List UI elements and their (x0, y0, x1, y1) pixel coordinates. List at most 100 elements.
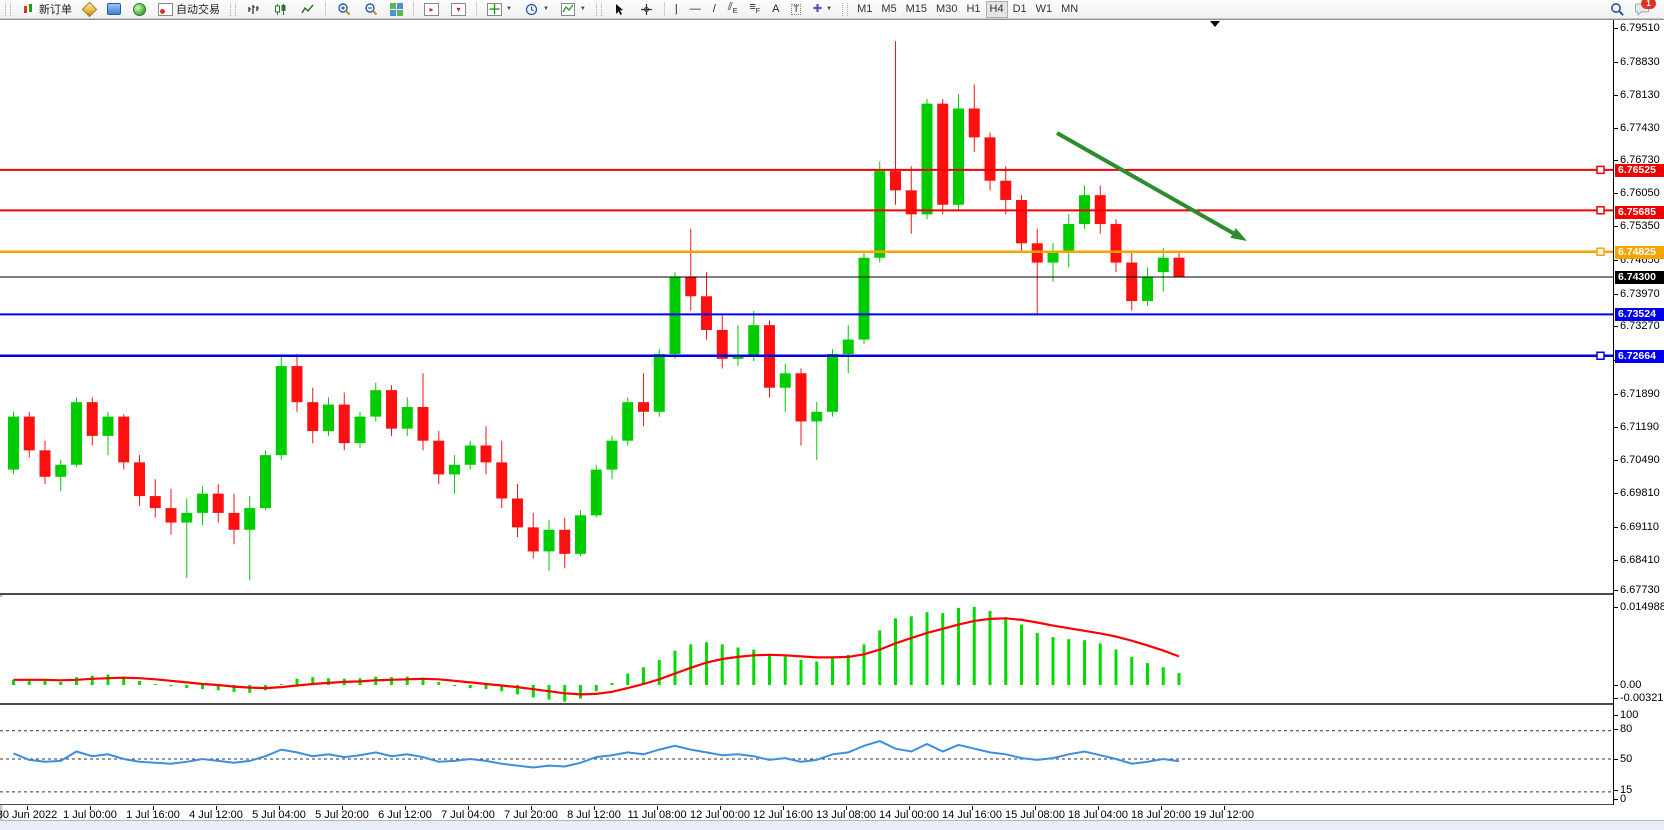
timeframe-button-d1[interactable]: D1 (1009, 1, 1031, 18)
candle (150, 479, 161, 518)
arrange-charts-icon: ▸ (424, 3, 439, 16)
periods-button[interactable]: ▼ (519, 1, 554, 18)
price-tick (1614, 493, 1618, 494)
timeframe-button-m15[interactable]: M15 (902, 1, 931, 18)
market-button[interactable] (79, 1, 100, 18)
clock-icon (524, 2, 539, 17)
candle-body (181, 513, 192, 523)
tile-windows-icon (390, 3, 403, 16)
zoom-in-button[interactable] (331, 1, 356, 18)
line-handle[interactable] (1597, 248, 1604, 255)
price-tick (1614, 460, 1618, 461)
price-tick (1614, 394, 1618, 395)
candle (386, 385, 397, 436)
rsi-tick (1614, 729, 1618, 730)
new-order-button[interactable]: 新订单 (16, 1, 77, 18)
rsi-tick-label: 50 (1620, 753, 1632, 765)
date-label: 7 Jul 20:00 (504, 809, 558, 821)
price-tick-label: 6.76050 (1620, 187, 1660, 199)
timeframe-button-w1[interactable]: W1 (1032, 1, 1057, 18)
line-handle[interactable] (1597, 166, 1604, 173)
candle-body (701, 296, 712, 330)
trendline-tool-button[interactable]: / (708, 1, 721, 18)
text-icon: A (772, 4, 779, 15)
candle-body (418, 407, 429, 441)
bar-chart-mode-button[interactable] (241, 1, 266, 18)
zoom-out-button[interactable] (358, 1, 383, 18)
fibonacci-tool-button[interactable]: ≡F (744, 1, 765, 18)
date-label: 18 Jul 20:00 (1131, 809, 1191, 821)
vertical-line-tool-button[interactable]: | (670, 1, 683, 18)
timeframe-button-m30[interactable]: M30 (932, 1, 961, 18)
pane-separator[interactable] (0, 593, 1613, 595)
cascade-windows-button[interactable]: ▾ (446, 1, 471, 18)
price-tag: 6.74825 (1615, 246, 1664, 259)
candle (370, 383, 381, 422)
candle (244, 496, 255, 580)
chart-shift-marker[interactable] (1210, 21, 1220, 27)
candle (307, 388, 318, 443)
candle (670, 272, 681, 359)
candle (559, 518, 570, 569)
timeframe-button-h1[interactable]: H1 (962, 1, 984, 18)
line-chart-mode-button[interactable] (295, 1, 320, 18)
candle-body (685, 277, 696, 296)
auto-trading-button[interactable]: 自动交易 (153, 1, 225, 18)
timeframe-button-m1[interactable]: M1 (853, 1, 876, 18)
horizontal-line-tool-button[interactable]: — (685, 1, 706, 18)
templates-button[interactable]: ▼ (556, 1, 591, 18)
toolbar-grip[interactable] (596, 3, 602, 16)
line-handle[interactable] (1597, 352, 1604, 359)
candle-body (1142, 277, 1153, 301)
price-tag: 6.75685 (1615, 206, 1664, 219)
price-tick-label: 6.73970 (1620, 288, 1660, 300)
trend-arrow[interactable] (1057, 133, 1247, 241)
toolbar-grip[interactable] (5, 3, 11, 16)
text-label-tool-button[interactable]: T (786, 1, 806, 18)
price-tick (1614, 294, 1618, 295)
candle (575, 511, 586, 557)
line-handle[interactable] (1597, 207, 1604, 214)
timeframe-button-h4[interactable]: H4 (986, 1, 1008, 18)
text-tool-button[interactable]: A (767, 1, 784, 18)
candle-body (748, 325, 759, 356)
candle-body (670, 277, 681, 354)
candle (717, 316, 728, 369)
main-chart-canvas[interactable] (0, 20, 1614, 595)
candle (685, 229, 696, 311)
arrows-tool-button[interactable]: ✚▼ (808, 1, 837, 18)
notifications-icon[interactable]: 1 (1635, 2, 1650, 17)
candle (1000, 166, 1011, 214)
candle (764, 320, 775, 397)
price-axis-line (1613, 20, 1614, 805)
indicators-button[interactable]: ＋▼ (482, 1, 517, 18)
candle-body (213, 494, 224, 513)
toolbar-grip[interactable] (230, 3, 236, 16)
candle-body (528, 527, 539, 551)
arrange-charts-button[interactable]: ▸ (419, 1, 444, 18)
candle-chart-mode-button[interactable] (268, 1, 293, 18)
search-icon[interactable] (1610, 2, 1625, 17)
candle (481, 426, 492, 474)
candle (87, 397, 98, 445)
chevron-down-icon: ▼ (506, 6, 512, 12)
candle-body (890, 171, 901, 190)
community-button[interactable] (102, 1, 126, 18)
signals-button[interactable] (128, 1, 151, 18)
toolbar-grip[interactable] (842, 3, 848, 16)
candle-body (717, 330, 728, 359)
candle (465, 441, 476, 470)
candle (40, 441, 51, 484)
chevron-down-icon: ▼ (543, 6, 549, 12)
candle (433, 431, 444, 484)
crosshair-tool-button[interactable] (634, 1, 659, 18)
candle-body (260, 455, 271, 508)
timeframe-button-mn[interactable]: MN (1057, 1, 1082, 18)
tile-windows-button[interactable] (385, 1, 408, 18)
timeframe-button-m5[interactable]: M5 (877, 1, 900, 18)
rsi-canvas[interactable] (0, 705, 1614, 805)
cursor-tool-button[interactable] (607, 1, 632, 18)
zoom-in-icon (336, 2, 351, 17)
macd-canvas[interactable] (0, 597, 1614, 703)
channel-tool-button[interactable]: ⫽E (723, 1, 743, 18)
